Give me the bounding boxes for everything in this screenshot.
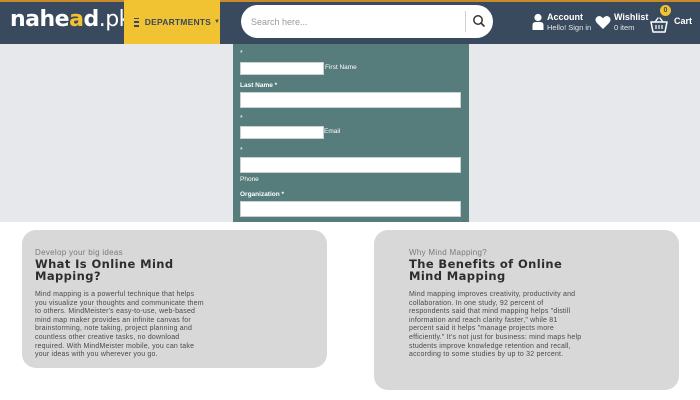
card2-body-line: Mind mapping improves creativity, produc…: [409, 291, 576, 298]
departments-label: DEPARTMENTS: [144, 17, 212, 27]
first-name-field[interactable]: [240, 62, 324, 75]
card2-body-line: information and reach clarity faster," w…: [409, 316, 558, 324]
account-title: Account: [547, 12, 583, 22]
search-divider: [465, 11, 466, 32]
departments-button[interactable]: DEPARTMENTS ▼: [124, 0, 220, 44]
account-subtitle: Hello! Sign in: [547, 23, 592, 32]
top-header: nahead.pk DEPARTMENTS ▼ Account Hello! S…: [0, 0, 700, 44]
card1-body-line: Mind mapping is a powerful technique tha…: [35, 291, 195, 298]
last-name-label: Last Name *: [240, 82, 278, 89]
card2-body-line: percent said it helps "manage projects m…: [409, 325, 554, 333]
email-label: Email: [324, 128, 341, 135]
site-logo[interactable]: nahead.pk: [10, 7, 131, 32]
email-field[interactable]: [240, 126, 324, 139]
cart-link[interactable]: 0 Cart: [650, 5, 692, 37]
card2-eyebrow: Why Mind Mapping?: [409, 248, 488, 257]
phone-label: Phone: [240, 176, 259, 183]
header-accent-line: [0, 0, 700, 2]
last-name-field[interactable]: [240, 92, 461, 108]
phone-field[interactable]: [240, 157, 461, 173]
card1-body-line: mind map maker provides an infinite canv…: [35, 316, 191, 324]
card1-body: Mind mapping is a powerful technique tha…: [35, 291, 273, 360]
card1-eyebrow: Develop your big ideas: [35, 248, 123, 257]
first-name-required-mark: *: [240, 50, 243, 57]
shopping-basket-icon: [650, 17, 668, 33]
signup-form: * First Name Last Name * * Email * Phone…: [233, 44, 469, 222]
logo-text-start: nahe: [10, 7, 70, 32]
wishlist-link[interactable]: Wishlist 0 item: [595, 9, 648, 35]
cart-label: Cart: [674, 16, 693, 26]
search-button[interactable]: [471, 13, 487, 29]
first-name-label: First Name: [325, 64, 357, 71]
card2-body-line: respondents said that mind mapping helps…: [409, 308, 571, 316]
card2-title: The Benefits of Online Mind Mapping: [409, 258, 562, 282]
search-icon: [473, 15, 485, 27]
hamburger-icon: [134, 17, 139, 27]
email-required-mark: *: [240, 115, 243, 122]
card1-body-line: you visualize your thoughts and communic…: [35, 299, 204, 307]
cart-count-badge: 0: [660, 5, 671, 16]
phone-required-mark: *: [240, 147, 243, 154]
user-icon: [532, 13, 544, 30]
card1-title: What Is Online Mind Mapping?: [35, 258, 174, 282]
wishlist-subtitle: 0 item: [614, 23, 635, 32]
organization-field[interactable]: [240, 201, 461, 217]
card1-body-line: required. With MindMeister mobile, you c…: [35, 342, 195, 350]
card1-body-line: countless other creative tasks, no downl…: [35, 333, 180, 341]
logo-text-mid: d: [83, 7, 99, 32]
card2-body: Mind mapping improves creativity, produc…: [409, 291, 649, 360]
card1-body-line: brainstorming, note taking, project plan…: [35, 325, 193, 333]
card2-body-line: students improve knowledge retention and…: [409, 342, 571, 350]
card2-body-line: collaboration. In one study, 92 percent …: [409, 299, 544, 307]
card1-title-line: Mapping?: [35, 269, 101, 283]
card1-body-line: to others. MindMeister's easy-to-use, we…: [35, 308, 196, 316]
organization-label: Organization *: [240, 191, 285, 198]
card1-body-line: your ideas with you wherever you go.: [35, 351, 158, 359]
card2-title-line: Mind Mapping: [409, 269, 506, 283]
wishlist-title: Wishlist: [614, 12, 649, 22]
logo-text-accent: a: [69, 7, 84, 32]
search-bar: [241, 5, 493, 38]
search-input[interactable]: [251, 11, 461, 32]
caret-down-icon: ▼: [214, 19, 220, 25]
account-link[interactable]: Account Hello! Sign in: [532, 9, 591, 35]
card2-body-line: efficiently." It's not just for business…: [409, 333, 582, 341]
card2-body-line: according to some studies by up to 32 pe…: [409, 351, 564, 359]
heart-icon: [595, 15, 611, 29]
